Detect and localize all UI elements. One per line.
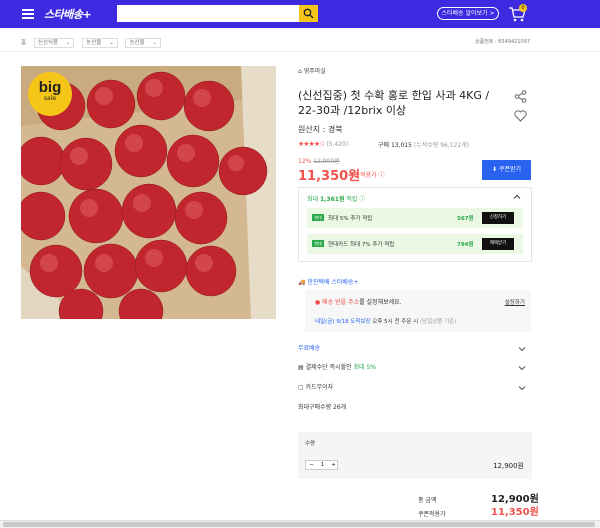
card-benefit-row: 현대 현대카드 최대 7% 추가 적립 794원 혜택받기 bbox=[307, 234, 523, 254]
big-sale-badge: big sale bbox=[28, 72, 72, 116]
divider bbox=[0, 51, 600, 52]
breadcrumb-category-2[interactable]: 농산물 ⌄ bbox=[82, 38, 118, 48]
star-delivery-link[interactable]: 스타배송 알아보기 > bbox=[437, 7, 499, 20]
heart-icon[interactable] bbox=[514, 110, 527, 122]
coupon-price-note[interactable]: 쿠폰적용가 ⓘ bbox=[349, 170, 385, 179]
cart-count-badge: 0 bbox=[519, 4, 527, 12]
max-reward[interactable]: 최대 1,361원 적립 ⓘ bbox=[307, 194, 365, 203]
set-address-button[interactable]: 설정하기 bbox=[505, 298, 525, 306]
breadcrumb-category-1[interactable]: 신선식품 ⌄ bbox=[33, 38, 75, 48]
site-logo[interactable]: 스타배송+ bbox=[44, 6, 92, 22]
max-purchase-quantity: 최대구매수량 26개 bbox=[298, 404, 347, 411]
product-number: 상품번호 : 6549421097 bbox=[475, 39, 531, 45]
product-title: (신선집중) 첫 수확 홍로 한입 사과 4KG / 22-30과 /12bri… bbox=[298, 89, 490, 117]
coupon-price-label: 쿠폰적용가 bbox=[418, 511, 446, 518]
card-icon: ▢ bbox=[298, 384, 304, 391]
chevron-down-icon bbox=[518, 386, 526, 391]
quantity-label: 수량 bbox=[305, 441, 316, 447]
horizontal-scrollbar[interactable] bbox=[0, 520, 600, 528]
rating[interactable]: ★★★★☆ (5,420) bbox=[298, 140, 348, 148]
search-icon bbox=[303, 8, 314, 19]
share-icon[interactable] bbox=[514, 90, 527, 103]
card-installment-row[interactable]: ▢ 카드무이자 bbox=[298, 382, 532, 396]
origin: 원산지 : 경북 bbox=[298, 125, 343, 134]
card-apply-button[interactable]: 신청하기 bbox=[482, 212, 514, 224]
address-prompt: ● 배송 받을 주소를 설정해보세요. bbox=[315, 299, 402, 306]
payment-discount-row[interactable]: ▤ 결제수단 즉시할인 최대 5% bbox=[298, 362, 532, 376]
breadcrumb-home[interactable]: 홈 bbox=[21, 40, 26, 46]
line-price: 12,900원 bbox=[493, 462, 524, 470]
benefit-box: 최대 1,361원 적립 ⓘ 현대 최대 5% 추가 적립 567원 신청하기 … bbox=[298, 187, 532, 262]
coupon-price-amount: 11,350원 bbox=[491, 507, 539, 518]
original-price: 12,900원 bbox=[313, 158, 340, 165]
card-benefit-row: 현대 최대 5% 추가 적립 567원 신청하기 bbox=[307, 208, 523, 228]
shop-name[interactable]: ⌂ 영주마실 bbox=[298, 66, 326, 75]
card-logo: 현대 bbox=[312, 214, 324, 221]
card-logo: 현대 bbox=[312, 240, 324, 247]
chevron-down-icon bbox=[518, 347, 526, 352]
purchase-count: 구매 13,015 (누적수량 96,122개) bbox=[378, 142, 470, 149]
discount-percent: 12% bbox=[298, 158, 312, 165]
search-button[interactable] bbox=[299, 5, 318, 22]
quantity-stepper[interactable]: − 1 + bbox=[305, 460, 338, 470]
chevron-up-icon[interactable] bbox=[513, 193, 521, 201]
location-icon: ● bbox=[315, 299, 321, 306]
scrollbar-thumb[interactable] bbox=[3, 522, 595, 527]
plus-button[interactable]: + bbox=[328, 461, 339, 469]
chevron-down-icon bbox=[518, 366, 526, 371]
shipping-label: 🚚 한진택배 스타배송+ bbox=[298, 279, 359, 286]
address-box: ● 배송 받을 주소를 설정해보세요. 설정하기 내일(금) 9/18 도착보장… bbox=[305, 290, 531, 332]
quantity-value[interactable]: 1 bbox=[317, 461, 328, 469]
top-navigation-bar: 스타배송+ 스타배송 알아보기 > 0 bbox=[0, 0, 600, 28]
card-benefit-button[interactable]: 혜택받기 bbox=[482, 238, 514, 250]
menu-icon[interactable] bbox=[22, 9, 34, 19]
breadcrumb-category-3[interactable]: 농산물 ⌄ bbox=[125, 38, 162, 48]
quantity-box: 수량 − 1 + 12,900원 bbox=[298, 432, 532, 479]
card-icon: ▤ bbox=[298, 364, 304, 371]
coupon-download-button[interactable]: ⬇ 쿠폰받기 bbox=[482, 160, 531, 180]
breadcrumb: 홈 신선식품 ⌄ 농산물 ⌄ 농산물 ⌄ bbox=[21, 38, 167, 48]
minus-button[interactable]: − bbox=[306, 461, 317, 469]
rating-stars: ★★★★☆ bbox=[298, 140, 325, 148]
delivery-date: 내일(금) 9/18 도착보장 오후 5시 전 주문 시 (당일상품 기준) bbox=[315, 319, 457, 325]
search-input[interactable] bbox=[117, 5, 317, 22]
discount-info: 12% 12,900원 bbox=[298, 156, 340, 165]
review-count: (5,420) bbox=[326, 141, 349, 148]
free-shipping-row[interactable]: 무료배송 bbox=[298, 343, 532, 357]
total-label: 총 금액 bbox=[418, 497, 437, 504]
